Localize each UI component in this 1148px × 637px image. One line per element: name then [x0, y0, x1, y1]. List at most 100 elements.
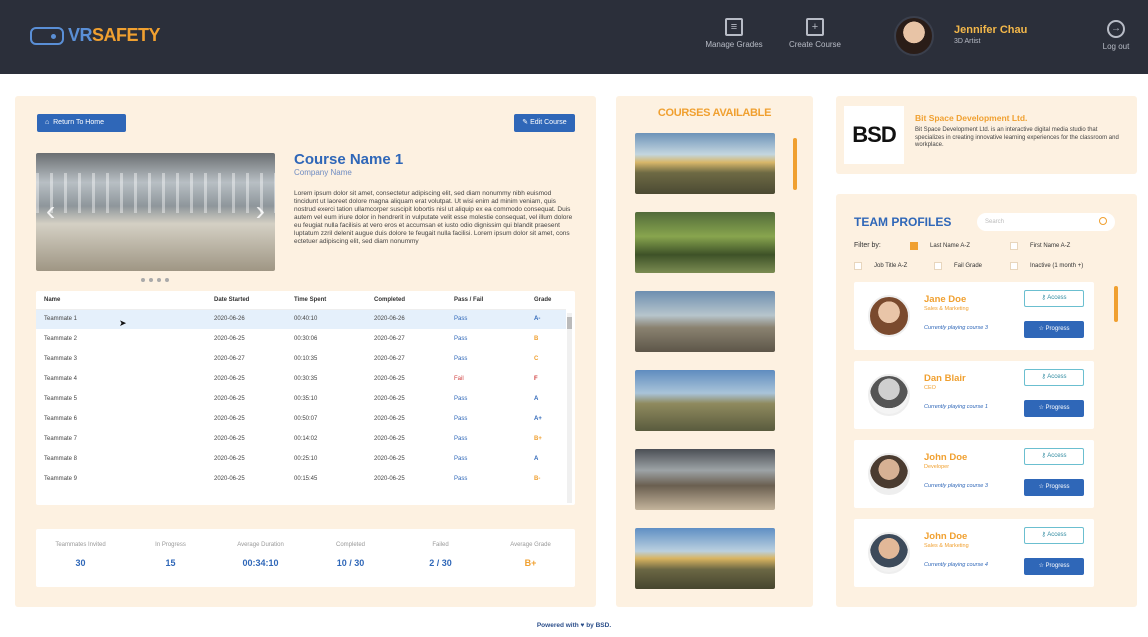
member-status: Currently playing course 3	[924, 325, 988, 331]
filter-first-name[interactable]: First Name A-Z	[1010, 242, 1070, 250]
access-button[interactable]: ⚷ Access	[1024, 448, 1084, 465]
avatar[interactable]	[868, 453, 910, 495]
access-button[interactable]: ⚷ Access	[1024, 290, 1084, 307]
filter-job-title[interactable]: Job Title A-Z	[854, 262, 907, 270]
course-stats-bar: Teammates Invited 30 In Progress 15 Aver…	[36, 529, 575, 587]
carousel-dots[interactable]	[141, 278, 169, 282]
course-thumbnail[interactable]	[635, 291, 775, 352]
star-icon: ☆	[1038, 484, 1044, 490]
team-search-input[interactable]: Search	[977, 213, 1115, 231]
course-panorama-carousel[interactable]: ‹ ›	[36, 153, 275, 271]
team-profiles-title: TEAM PROFILES	[854, 215, 952, 229]
col-name-header[interactable]: Name	[36, 291, 206, 310]
course-thumbnail[interactable]	[635, 133, 775, 194]
filter-inactive[interactable]: Inactive (1 month +)	[1010, 262, 1083, 270]
table-row[interactable]: Teammate 1 2020-06-26 00:40:10 2020-06-26 Pa…	[36, 309, 566, 329]
table-row[interactable]: Teammate 9 2020-06-25 00:15:45 2020-06-25 Pa…	[36, 469, 566, 489]
carousel-dot[interactable]	[141, 278, 145, 282]
course-thumbnail[interactable]	[635, 528, 775, 589]
bsd-logo: BSD	[844, 106, 904, 164]
course-thumbnail[interactable]	[635, 212, 775, 273]
carousel-prev-icon[interactable]: ‹	[46, 197, 55, 225]
table-row[interactable]: Teammate 3 2020-06-27 00:10:35 2020-06-27 Pa…	[36, 349, 566, 369]
checkbox-checked[interactable]	[910, 242, 918, 250]
member-name: Jane Doe	[924, 294, 967, 305]
member-role: Sales & Marketing	[924, 306, 969, 312]
filter-last-name[interactable]: Last Name A-Z	[910, 242, 970, 250]
carousel-next-icon[interactable]: ›	[256, 197, 265, 225]
add-file-icon: +	[806, 18, 824, 36]
course-detail-panel: ⌂ Return To Home ✎ Edit Course ‹ › Cours…	[15, 96, 596, 607]
member-status: Currently playing course 4	[924, 562, 988, 568]
courses-scrollbar[interactable]	[793, 138, 797, 190]
progress-button[interactable]: ☆ Progress	[1024, 321, 1084, 338]
company-info-name: Bit Space Development Ltd.	[915, 113, 1028, 123]
course-description: Lorem ipsum dolor sit amet, consectetur …	[294, 190, 573, 245]
team-member-card: John Doe Developer Currently playing cou…	[854, 440, 1094, 508]
col-time-spent-header[interactable]: Time Spent	[286, 291, 366, 310]
logout-label: Log out	[1102, 42, 1130, 51]
checkbox[interactable]	[934, 262, 942, 270]
vrsafety-logo[interactable]: VRSAFETY	[30, 25, 161, 46]
logout-button[interactable]: → Log out	[1096, 20, 1136, 51]
key-icon: ⚷	[1041, 295, 1046, 301]
team-scrollbar[interactable]	[1114, 286, 1118, 322]
carousel-dot[interactable]	[149, 278, 153, 282]
progress-button[interactable]: ☆ Progress	[1024, 558, 1084, 575]
search-icon[interactable]	[1099, 217, 1107, 225]
vr-goggles-icon	[30, 26, 64, 45]
user-avatar[interactable]	[894, 16, 934, 56]
member-role: CEO	[924, 385, 936, 391]
access-button[interactable]: ⚷ Access	[1024, 527, 1084, 544]
filter-fail-grade[interactable]: Fail Grade	[934, 262, 982, 270]
col-pass-fail-header[interactable]: Pass / Fail	[446, 291, 526, 310]
checkbox[interactable]	[1010, 262, 1018, 270]
stat-average-grade: Average Grade B+	[510, 542, 551, 568]
courses-available-title: COURSES AVAILABLE	[657, 107, 772, 119]
col-completed-header[interactable]: Completed	[366, 291, 446, 310]
member-name: John Doe	[924, 531, 968, 542]
table-row[interactable]: Teammate 2 2020-06-25 00:30:06 2020-06-27 Pa…	[36, 329, 566, 349]
course-title: Course Name 1	[294, 151, 404, 168]
key-icon: ⚷	[1041, 453, 1046, 459]
return-to-home-button[interactable]: ⌂ Return To Home	[37, 114, 126, 132]
checkbox[interactable]	[1010, 242, 1018, 250]
stat-average-duration: Average Duration 00:34:10	[237, 542, 284, 568]
table-row[interactable]: Teammate 6 2020-06-25 00:50:07 2020-06-25 Pa…	[36, 409, 566, 429]
table-header-row: Name Date Started Time Spent Completed P…	[36, 291, 566, 310]
table-row[interactable]: Teammate 7 2020-06-25 00:14:02 2020-06-25 Pa…	[36, 429, 566, 449]
member-name: John Doe	[924, 452, 968, 463]
checkbox[interactable]	[854, 262, 862, 270]
col-date-started-header[interactable]: Date Started	[206, 291, 286, 310]
team-member-card: Jane Doe Sales & Marketing Currently pla…	[854, 282, 1094, 350]
table-scrollbar[interactable]	[567, 313, 572, 503]
table-row[interactable]: Teammate 4 2020-06-25 00:30:35 2020-06-25 Fa…	[36, 369, 566, 389]
carousel-dot[interactable]	[165, 278, 169, 282]
company-info-description: Bit Space Development Ltd. is an interac…	[915, 127, 1119, 148]
edit-course-button[interactable]: ✎ Edit Course	[514, 114, 575, 132]
course-thumbnail[interactable]	[635, 449, 775, 510]
col-grade-header[interactable]: Grade	[526, 291, 566, 310]
course-thumbnail[interactable]	[635, 370, 775, 431]
access-button[interactable]: ⚷ Access	[1024, 369, 1084, 386]
member-status: Currently playing course 3	[924, 483, 988, 489]
courses-available-panel: COURSES AVAILABLE	[616, 96, 813, 607]
table-row[interactable]: Teammate 8 2020-06-25 00:25:10 2020-06-25 Pa…	[36, 449, 566, 469]
top-bar: VRSAFETY ≡ Manage Grades + Create Course…	[0, 0, 1148, 74]
logo-safety-text: SAFETY	[92, 25, 161, 45]
manage-grades-button[interactable]: ≡ Manage Grades	[704, 18, 764, 49]
avatar[interactable]	[868, 532, 910, 574]
avatar[interactable]	[868, 295, 910, 337]
carousel-dot[interactable]	[157, 278, 161, 282]
star-icon: ☆	[1038, 563, 1044, 569]
footer-credit: Powered with ♥ by BSD.	[536, 622, 612, 629]
table-row[interactable]: Teammate 5 2020-06-25 00:35:10 2020-06-25 Pa…	[36, 389, 566, 409]
avatar[interactable]	[868, 374, 910, 416]
create-course-button[interactable]: + Create Course	[785, 18, 845, 49]
stat-teammates-invited: Teammates Invited 30	[55, 542, 106, 568]
key-icon: ⚷	[1041, 532, 1046, 538]
company-info-panel: BSD Bit Space Development Ltd. Bit Space…	[836, 96, 1137, 174]
progress-button[interactable]: ☆ Progress	[1024, 479, 1084, 496]
stat-failed: Failed 2 / 30	[429, 542, 452, 568]
progress-button[interactable]: ☆ Progress	[1024, 400, 1084, 417]
